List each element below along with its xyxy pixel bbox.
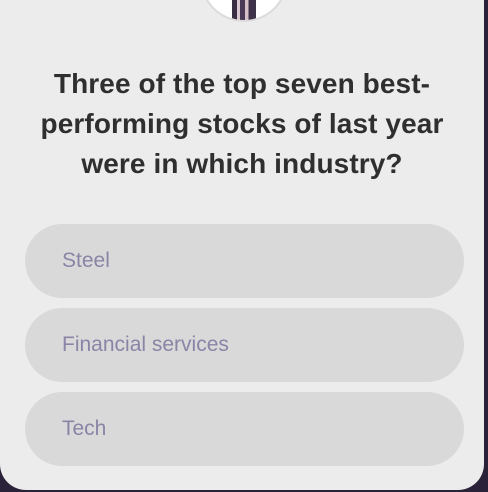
answer-option-financial-services[interactable]: Financial services [25, 308, 464, 382]
answer-label: Steel [62, 249, 110, 272]
answer-option-tech[interactable]: Tech [25, 392, 464, 466]
quiz-screen: Three of the top seven best-performing s… [0, 0, 488, 492]
answer-option-steel[interactable]: Steel [25, 224, 464, 298]
right-edge-background [484, 0, 488, 492]
avatar-image [232, 0, 256, 20]
answer-options: Steel Financial services Tech [25, 224, 464, 476]
answer-label: Tech [62, 417, 107, 440]
answer-label: Financial services [62, 333, 229, 356]
question-text: Three of the top seven best-performing s… [40, 68, 444, 179]
